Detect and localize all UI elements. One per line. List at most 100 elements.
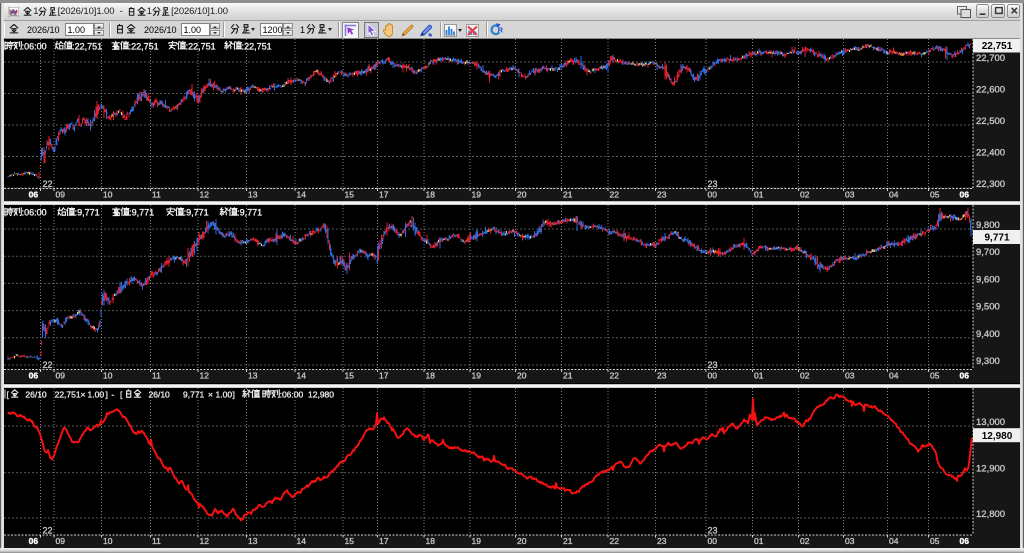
svg-text:21: 21 <box>563 371 573 381</box>
svg-text:02: 02 <box>800 371 810 381</box>
svg-text:R: R <box>498 26 503 35</box>
svg-text:9,700: 9,700 <box>976 247 1000 258</box>
svg-text:14: 14 <box>297 371 307 381</box>
svg-text:04: 04 <box>889 190 899 200</box>
svg-text:10: 10 <box>103 536 113 546</box>
svg-text::06:00: :06:00 <box>22 41 47 51</box>
svg-text:26/10: 26/10 <box>149 390 171 400</box>
svg-text:12: 12 <box>200 371 210 381</box>
svg-text:09: 09 <box>56 190 66 200</box>
svg-text:17: 17 <box>379 190 389 200</box>
svg-text:06: 06 <box>960 536 970 546</box>
svg-text:12,900: 12,900 <box>976 464 1005 475</box>
svg-text:06: 06 <box>29 536 39 546</box>
svg-text:9,771: 9,771 <box>984 233 1009 244</box>
svg-text:9,600: 9,600 <box>976 274 1000 285</box>
svg-text:×: × <box>208 390 213 400</box>
svg-text:1.00: 1.00 <box>216 390 233 400</box>
svg-text:23: 23 <box>657 371 667 381</box>
svg-text:23: 23 <box>708 360 718 370</box>
svg-text:14: 14 <box>297 536 307 546</box>
svg-text:]: ] <box>233 390 235 400</box>
svg-text:]: ] <box>106 390 108 400</box>
svg-text:02: 02 <box>800 536 810 546</box>
svg-text:17: 17 <box>379 536 389 546</box>
svg-text:13,000: 13,000 <box>976 417 1005 428</box>
svg-text:09: 09 <box>56 371 66 381</box>
svg-text::22,751: :22,751 <box>72 41 102 51</box>
svg-text:21: 21 <box>563 536 573 546</box>
svg-text::9,771: :9,771 <box>129 208 154 218</box>
svg-text:18: 18 <box>426 190 436 200</box>
svg-text:-: - <box>112 390 115 400</box>
svg-text:22,300: 22,300 <box>976 179 1005 190</box>
svg-text:10: 10 <box>103 371 113 381</box>
svg-text:11: 11 <box>152 371 161 381</box>
svg-text:23: 23 <box>708 526 718 536</box>
svg-text:20: 20 <box>517 371 527 381</box>
svg-text:12: 12 <box>200 190 210 200</box>
svg-text:00: 00 <box>708 371 718 381</box>
svg-text:22: 22 <box>43 360 53 370</box>
svg-text:05: 05 <box>930 371 940 381</box>
svg-text::22,751: :22,751 <box>129 41 159 51</box>
svg-text:17: 17 <box>379 371 389 381</box>
svg-text:03: 03 <box>845 190 855 200</box>
svg-text:19: 19 <box>472 190 482 200</box>
svg-text:02: 02 <box>800 190 810 200</box>
svg-text::9,771: :9,771 <box>237 208 262 218</box>
svg-text:9,400: 9,400 <box>976 329 1000 340</box>
svg-text:03: 03 <box>845 536 855 546</box>
svg-text:12,980: 12,980 <box>308 390 334 400</box>
svg-text:06: 06 <box>960 371 970 381</box>
svg-text::06:00: :06:00 <box>280 390 304 400</box>
svg-text:20: 20 <box>517 190 527 200</box>
svg-text:05: 05 <box>930 190 940 200</box>
svg-text:22,751: 22,751 <box>55 390 81 400</box>
svg-text:11: 11 <box>152 536 161 546</box>
svg-text::9,771: :9,771 <box>184 208 209 218</box>
svg-text:15: 15 <box>345 190 355 200</box>
svg-text:21: 21 <box>563 190 573 200</box>
svg-text:23: 23 <box>657 536 667 546</box>
svg-text:13: 13 <box>248 190 258 200</box>
svg-text:09: 09 <box>56 536 66 546</box>
svg-text:13: 13 <box>248 371 258 381</box>
svg-text:26/10: 26/10 <box>25 390 47 400</box>
svg-text:18: 18 <box>426 536 436 546</box>
svg-text:00: 00 <box>708 536 718 546</box>
svg-text:23: 23 <box>657 190 667 200</box>
svg-text:20: 20 <box>517 536 527 546</box>
svg-text:22,500: 22,500 <box>976 116 1005 127</box>
svg-text:01: 01 <box>754 190 764 200</box>
svg-text:22,751: 22,751 <box>982 41 1013 52</box>
svg-text::22,751: :22,751 <box>242 41 272 51</box>
svg-text:22,400: 22,400 <box>976 148 1005 159</box>
svg-text:01: 01 <box>754 371 764 381</box>
svg-text:12: 12 <box>200 536 210 546</box>
svg-text:9,300: 9,300 <box>976 356 1000 367</box>
svg-text:06: 06 <box>960 190 970 200</box>
svg-text:13: 13 <box>248 536 258 546</box>
svg-text:19: 19 <box>472 371 482 381</box>
svg-text:×: × <box>81 390 86 400</box>
svg-text::06:00: :06:00 <box>22 208 47 218</box>
svg-text:15: 15 <box>345 536 355 546</box>
svg-text:10: 10 <box>103 190 113 200</box>
svg-text:12,800: 12,800 <box>976 509 1005 520</box>
svg-text:05: 05 <box>930 536 940 546</box>
svg-text:22: 22 <box>43 179 53 189</box>
svg-text:01: 01 <box>754 536 764 546</box>
svg-text::22,751: :22,751 <box>186 41 216 51</box>
svg-text:22: 22 <box>610 371 620 381</box>
svg-text:18: 18 <box>426 371 436 381</box>
svg-text:04: 04 <box>889 371 899 381</box>
svg-text:22,700: 22,700 <box>976 53 1005 64</box>
svg-text:1.00: 1.00 <box>88 390 105 400</box>
svg-text:06: 06 <box>29 190 39 200</box>
svg-text:14: 14 <box>297 190 307 200</box>
svg-text:22,600: 22,600 <box>976 85 1005 96</box>
svg-text:22: 22 <box>43 526 53 536</box>
svg-text:12,980: 12,980 <box>982 431 1013 442</box>
svg-text::9,771: :9,771 <box>75 208 100 218</box>
